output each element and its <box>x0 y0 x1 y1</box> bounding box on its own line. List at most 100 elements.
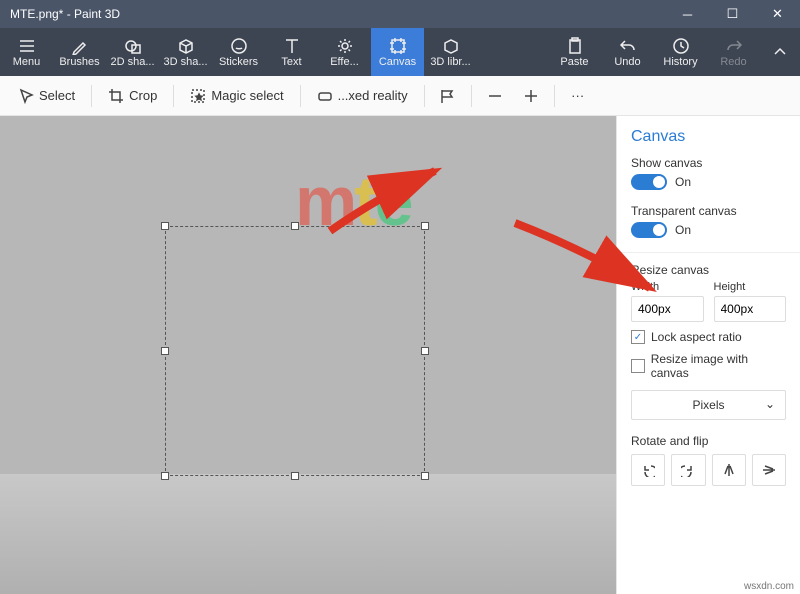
history-icon <box>672 37 690 55</box>
minus-icon <box>487 88 503 104</box>
resize-handle[interactable] <box>161 347 169 355</box>
resize-with-canvas-checkbox[interactable] <box>631 359 645 373</box>
paste-label: Paste <box>560 56 588 68</box>
canvas-ground <box>0 474 616 594</box>
brushes-label: Brushes <box>59 56 99 68</box>
selection-frame[interactable] <box>165 226 425 476</box>
history-button[interactable]: History <box>654 28 707 76</box>
zoom-out-button[interactable] <box>480 81 510 111</box>
brushes-button[interactable]: Brushes <box>53 28 106 76</box>
stickers-icon <box>230 37 248 55</box>
undo-icon <box>619 37 637 55</box>
resize-handle[interactable] <box>161 472 169 480</box>
shapes-2d-icon <box>124 37 142 55</box>
mixed-reality-icon <box>317 88 333 104</box>
units-value: Pixels <box>692 398 724 412</box>
transparent-canvas-label: Transparent canvas <box>631 204 786 218</box>
zoom-in-button[interactable] <box>516 81 546 111</box>
close-button[interactable]: ✕ <box>755 0 800 28</box>
divider <box>617 252 800 253</box>
rotate-left-button[interactable] <box>631 454 665 486</box>
width-label: Width <box>631 281 704 293</box>
height-input[interactable] <box>714 296 787 322</box>
library-icon <box>442 37 460 55</box>
text-button[interactable]: Text <box>265 28 318 76</box>
watermark: wsxdn.com <box>742 581 796 592</box>
3d-shapes-button[interactable]: 3D sha... <box>159 28 212 76</box>
transparent-canvas-toggle[interactable] <box>631 222 667 238</box>
redo-icon <box>725 37 743 55</box>
magic-select-tool[interactable]: Magic select <box>182 84 291 108</box>
maximize-button[interactable]: ☐ <box>710 0 755 28</box>
flag-icon <box>440 88 456 104</box>
view-3d-button[interactable] <box>433 81 463 111</box>
shapes-3d-icon <box>177 37 195 55</box>
mixed-reality-label: ...xed reality <box>338 88 408 103</box>
show-canvas-state: On <box>675 175 691 189</box>
resize-handle[interactable] <box>421 222 429 230</box>
2d-shapes-button[interactable]: 2D sha... <box>106 28 159 76</box>
rotate-right-button[interactable] <box>671 454 705 486</box>
rotate-left-icon <box>641 463 655 477</box>
select-tool[interactable]: Select <box>10 84 83 108</box>
crop-label: Crop <box>129 88 157 103</box>
flip-vertical-button[interactable] <box>752 454 786 486</box>
undo-label: Undo <box>614 56 640 68</box>
redo-button[interactable]: Redo <box>707 28 760 76</box>
magic-select-label: Magic select <box>211 88 283 103</box>
separator <box>300 85 301 107</box>
stickers-label: Stickers <box>219 56 258 68</box>
panel-title: Canvas <box>631 128 786 146</box>
effects-label: Effe... <box>330 56 359 68</box>
crop-tool[interactable]: Crop <box>100 84 165 108</box>
more-button[interactable]: ··· <box>563 81 593 111</box>
resize-handle[interactable] <box>291 222 299 230</box>
undo-button[interactable]: Undo <box>601 28 654 76</box>
resize-handle[interactable] <box>291 472 299 480</box>
canvas-icon <box>389 37 407 55</box>
separator <box>173 85 174 107</box>
resize-handle[interactable] <box>421 472 429 480</box>
width-input[interactable] <box>631 296 704 322</box>
canvas-button[interactable]: Canvas <box>371 28 424 76</box>
3d-shapes-label: 3D sha... <box>163 56 207 68</box>
window-title: MTE.png* - Paint 3D <box>10 7 120 21</box>
resize-with-canvas-label: Resize image with canvas <box>651 352 786 380</box>
minimize-button[interactable]: ─ <box>665 0 710 28</box>
2d-shapes-label: 2D sha... <box>110 56 154 68</box>
chevron-up-icon <box>772 44 788 60</box>
text-label: Text <box>281 56 301 68</box>
menu-button[interactable]: Menu <box>0 28 53 76</box>
show-canvas-toggle[interactable] <box>631 174 667 190</box>
flip-horizontal-button[interactable] <box>712 454 746 486</box>
effects-icon <box>336 37 354 55</box>
paste-button[interactable]: Paste <box>548 28 601 76</box>
paste-icon <box>566 37 584 55</box>
lock-aspect-label: Lock aspect ratio <box>651 330 742 344</box>
effects-button[interactable]: Effe... <box>318 28 371 76</box>
brush-icon <box>71 37 89 55</box>
separator <box>471 85 472 107</box>
sub-toolbar: Select Crop Magic select ...xed reality … <box>0 76 800 116</box>
lock-aspect-checkbox[interactable]: ✓ <box>631 330 645 344</box>
canvas-label: Canvas <box>379 56 416 68</box>
stickers-button[interactable]: Stickers <box>212 28 265 76</box>
separator <box>424 85 425 107</box>
resize-handle[interactable] <box>421 347 429 355</box>
separator <box>554 85 555 107</box>
show-canvas-label: Show canvas <box>631 156 786 170</box>
collapse-ribbon-button[interactable] <box>760 28 800 76</box>
flip-v-icon <box>762 463 776 477</box>
separator <box>91 85 92 107</box>
3d-library-label: 3D libr... <box>430 56 470 68</box>
units-dropdown[interactable]: Pixels <box>631 390 786 420</box>
transparent-canvas-state: On <box>675 223 691 237</box>
ribbon-toolbar: Menu Brushes 2D sha... 3D sha... Sticker… <box>0 28 800 76</box>
3d-library-button[interactable]: 3D libr... <box>424 28 477 76</box>
magic-select-icon <box>190 88 206 104</box>
resize-handle[interactable] <box>161 222 169 230</box>
crop-icon <box>108 88 124 104</box>
history-label: History <box>663 56 697 68</box>
canvas-area[interactable]: mte <box>0 116 616 594</box>
mixed-reality-tool[interactable]: ...xed reality <box>309 84 416 108</box>
